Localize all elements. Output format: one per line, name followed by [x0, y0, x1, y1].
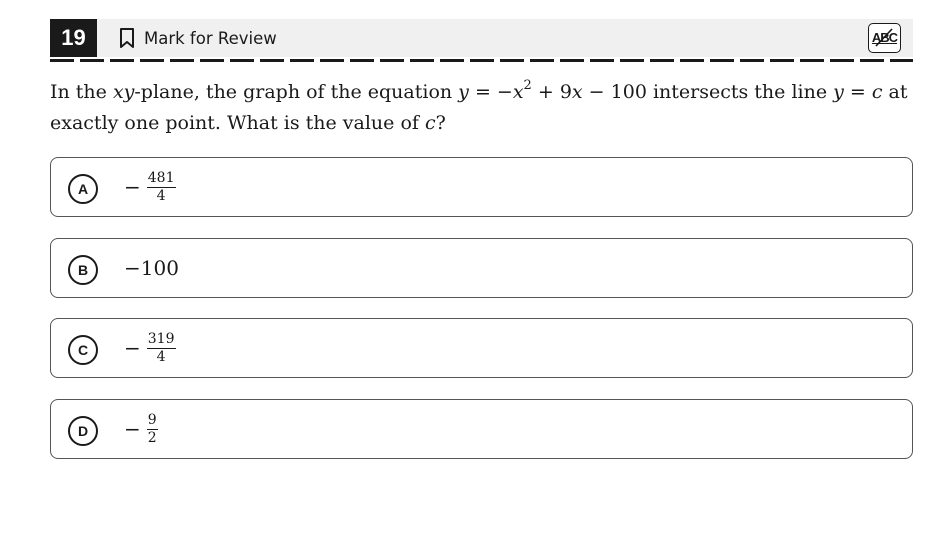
- mark-for-review-label: Mark for Review: [144, 28, 277, 48]
- mark-for-review-button[interactable]: Mark for Review: [118, 19, 277, 57]
- line-equation: y = c: [833, 81, 883, 103]
- option-value-d: − 9 2: [124, 411, 158, 446]
- answer-option-c[interactable]: C − 319 4: [50, 318, 913, 378]
- option-letter-a: A: [68, 174, 98, 204]
- fraction: 319 4: [146, 330, 176, 365]
- fraction: 481 4: [146, 169, 176, 204]
- answer-eliminator-button[interactable]: ABC: [868, 23, 901, 53]
- equation: y = −x2 + 9x − 100: [458, 78, 647, 103]
- option-value-b: −100: [124, 256, 179, 280]
- question-number: 19: [50, 19, 97, 57]
- bookmark-icon: [120, 28, 134, 48]
- strike-slash-icon: [875, 28, 893, 47]
- option-value-a: − 481 4: [124, 169, 176, 204]
- answer-option-a[interactable]: A − 481 4: [50, 157, 913, 217]
- answer-option-b[interactable]: B −100: [50, 238, 913, 298]
- header-dashed-divider: [50, 59, 913, 62]
- fraction: 9 2: [146, 411, 158, 446]
- answer-option-d[interactable]: D − 9 2: [50, 399, 913, 459]
- option-value-c: − 319 4: [124, 330, 176, 365]
- option-letter-d: D: [68, 416, 98, 446]
- question-header: 19 Mark for Review ABC: [50, 19, 913, 57]
- question-text: In the xy-plane, the graph of the equati…: [50, 78, 908, 134]
- option-letter-b: B: [68, 255, 98, 285]
- option-letter-c: C: [68, 335, 98, 365]
